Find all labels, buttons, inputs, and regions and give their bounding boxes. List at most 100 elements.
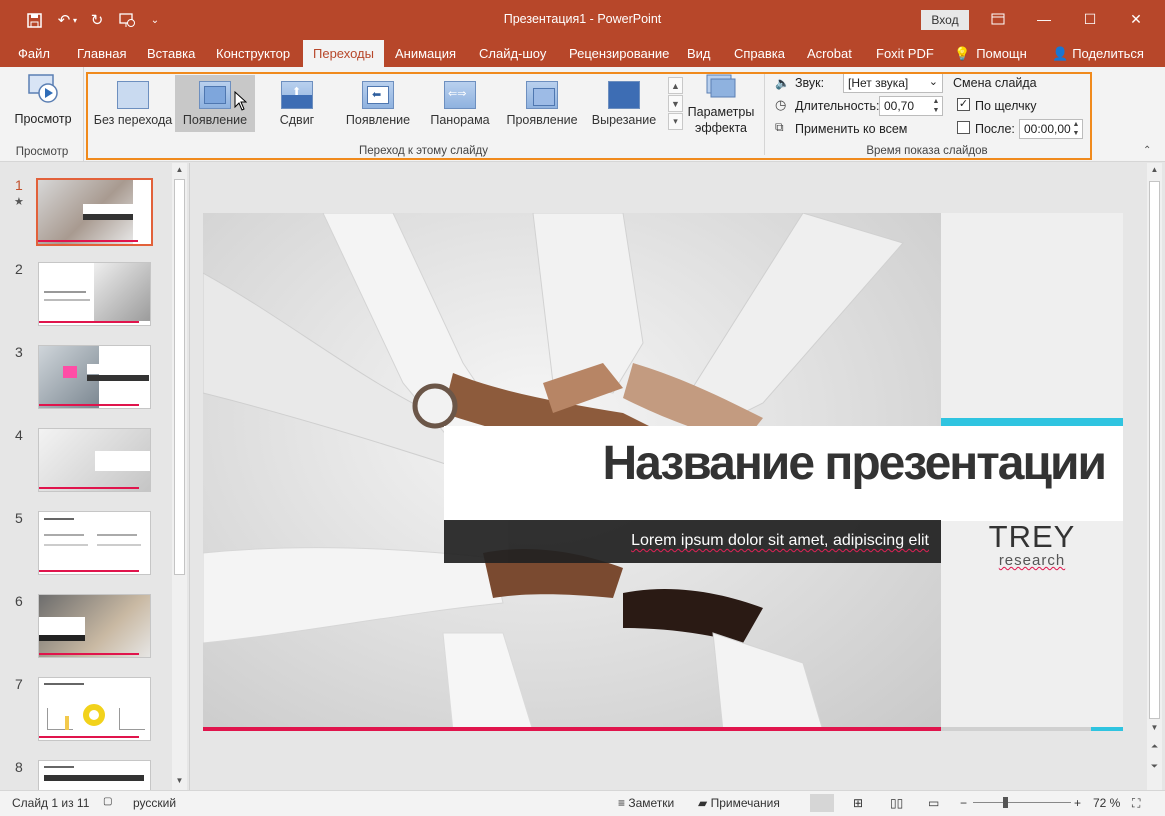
start-slideshow-icon[interactable]: [115, 9, 139, 31]
minimize-icon[interactable]: —: [1021, 6, 1067, 32]
collapse-ribbon-icon[interactable]: ⌃: [1143, 145, 1151, 156]
duration-spinner[interactable]: ▲ ▼: [930, 97, 942, 115]
cut-transition-icon: [608, 81, 640, 109]
duration-input[interactable]: 00,70 ▲ ▼: [879, 96, 943, 116]
tell-me-button[interactable]: 💡 Помощн: [948, 40, 1033, 67]
on-click-checkbox[interactable]: ✓: [957, 98, 970, 111]
slide-title[interactable]: Название презентации: [602, 436, 1107, 491]
ribbon-display-options-icon[interactable]: [975, 6, 1021, 32]
zoom-slider[interactable]: [973, 802, 1071, 803]
tab-foxit[interactable]: Foxit PDF: [870, 40, 940, 67]
zoom-in-icon[interactable]: +: [1074, 796, 1081, 810]
tab-insert[interactable]: Вставка: [141, 40, 201, 67]
slide-thumbnail-4[interactable]: [38, 428, 151, 492]
transition-label: Вырезание: [591, 113, 657, 127]
transition-reveal[interactable]: Проявление: [502, 75, 582, 132]
slide-thumbnail-5[interactable]: [38, 511, 151, 575]
slideshow-view-icon[interactable]: ▭: [928, 796, 939, 810]
bottom-bar-gray: [941, 727, 1091, 731]
editor-scrollbar[interactable]: ▲ ▼ ⏶ ⏷: [1147, 163, 1162, 790]
scroll-thumb[interactable]: [174, 179, 185, 575]
scroll-thumb[interactable]: [1149, 181, 1160, 719]
zoom-level[interactable]: 72 %: [1093, 796, 1120, 810]
scroll-down-arrow-icon[interactable]: ▼: [1149, 723, 1160, 732]
gallery-expand[interactable]: ▾: [668, 113, 683, 130]
scroll-down-arrow-icon[interactable]: ▼: [174, 776, 185, 786]
tab-slideshow[interactable]: Слайд-шоу: [473, 40, 552, 67]
redo-icon[interactable]: ↻: [85, 9, 109, 31]
tab-design[interactable]: Конструктор: [210, 40, 296, 67]
slide-sorter-icon[interactable]: ⊞: [853, 796, 863, 810]
undo-dropdown-icon[interactable]: ▾: [70, 9, 80, 31]
next-slide-icon[interactable]: ⏷: [1148, 761, 1161, 772]
transition-group-label: Переход к этому слайду: [359, 145, 488, 157]
scroll-up-arrow-icon[interactable]: ▲: [174, 165, 185, 175]
transition-push[interactable]: ⬆ Сдвиг: [257, 75, 337, 132]
transition-none[interactable]: Без перехода: [93, 75, 173, 132]
current-slide[interactable]: Название презентации Lorem ipsum dolor s…: [203, 213, 1123, 731]
tab-animations[interactable]: Анимация: [389, 40, 462, 67]
transition-label: Проявление: [506, 113, 578, 127]
normal-view-icon[interactable]: [810, 794, 834, 812]
transition-label: Появление: [182, 113, 248, 127]
share-button[interactable]: 👤 Поделиться: [1046, 40, 1150, 67]
after-checkbox[interactable]: [957, 121, 970, 134]
transition-wipe[interactable]: ⬅ Появление: [338, 75, 418, 132]
spellcheck-icon[interactable]: ▢: [103, 796, 112, 807]
gallery-scroll-down[interactable]: ▼: [668, 95, 683, 112]
transition-label: Появление: [345, 113, 411, 127]
transition-pan[interactable]: ⇐⇒ Панорама: [420, 75, 500, 132]
tab-view[interactable]: Вид: [681, 40, 717, 67]
tab-home[interactable]: Главная: [71, 40, 132, 67]
logo-sub: research: [998, 552, 1066, 569]
mouse-cursor-icon: [234, 90, 248, 114]
speaker-icon: 🔈: [775, 76, 790, 90]
effect-options-button[interactable]: Параметры эффекта: [686, 73, 756, 141]
customize-toolbar-icon[interactable]: ⌄: [143, 9, 167, 31]
zoom-out-icon[interactable]: −: [960, 796, 967, 810]
preview-group-label: Просмотр: [15, 146, 69, 158]
apply-to-all-button[interactable]: Применить ко всем: [795, 122, 907, 136]
reading-view-icon[interactable]: ▯▯: [890, 796, 903, 810]
slide-number: 2: [15, 261, 23, 277]
fit-to-window-icon[interactable]: ⛶: [1132, 796, 1140, 811]
gallery-scroll-up[interactable]: ▲: [668, 77, 683, 94]
language-indicator[interactable]: русский: [133, 796, 176, 810]
on-click-label: По щелчку: [975, 99, 1037, 113]
scroll-up-arrow-icon[interactable]: ▲: [1149, 165, 1160, 174]
slide-thumbnail-2[interactable]: [38, 262, 151, 326]
zoom-slider-thumb[interactable]: [1003, 797, 1008, 808]
sound-dropdown[interactable]: [Нет звука] ⌄: [843, 73, 943, 93]
slide-thumbnail-7[interactable]: [38, 677, 151, 741]
slide-number: 5: [15, 510, 23, 526]
signin-button[interactable]: Вход: [921, 10, 969, 30]
tab-help[interactable]: Справка: [728, 40, 791, 67]
slide-thumbnail-6[interactable]: [38, 594, 151, 658]
slide-thumbnail-1[interactable]: [36, 178, 153, 246]
tab-acrobat[interactable]: Acrobat: [801, 40, 858, 67]
push-transition-icon: ⬆: [281, 81, 313, 109]
thumbnails-scrollbar[interactable]: ▲ ▼: [172, 163, 187, 790]
maximize-icon[interactable]: ☐: [1067, 6, 1113, 32]
close-icon[interactable]: ✕: [1113, 6, 1159, 32]
notes-label: Заметки: [628, 796, 675, 810]
title-box[interactable]: Название презентации: [444, 426, 1123, 521]
slide-thumbnail-3[interactable]: [38, 345, 151, 409]
slide-thumbnail-8[interactable]: [38, 760, 151, 790]
save-icon[interactable]: [22, 9, 46, 31]
subtitle-box[interactable]: Lorem ipsum dolor sit amet, adipiscing e…: [444, 520, 941, 563]
after-time-input[interactable]: 00:00,00 ▲ ▼: [1019, 119, 1083, 139]
preview-button[interactable]: Просмотр: [6, 71, 80, 131]
comments-button[interactable]: ▰ Примечания: [698, 796, 780, 810]
after-spinner[interactable]: ▲ ▼: [1070, 120, 1082, 138]
previous-slide-icon[interactable]: ⏶: [1148, 741, 1161, 752]
slide-subtitle[interactable]: Lorem ipsum dolor sit amet, adipiscing e…: [631, 532, 929, 550]
fade-transition-icon: [199, 81, 231, 109]
tab-file[interactable]: Файл: [12, 40, 56, 67]
share-label: Поделиться: [1072, 46, 1144, 61]
tab-review[interactable]: Рецензирование: [563, 40, 675, 67]
notes-button[interactable]: ≡ Заметки: [618, 796, 674, 810]
title-bar: ↶ ▾ ↻ ⌄ Презентация1 - PowerPoint Вход —…: [0, 0, 1165, 40]
tab-transitions[interactable]: Переходы: [303, 40, 384, 67]
transition-cut[interactable]: Вырезание: [584, 75, 664, 132]
